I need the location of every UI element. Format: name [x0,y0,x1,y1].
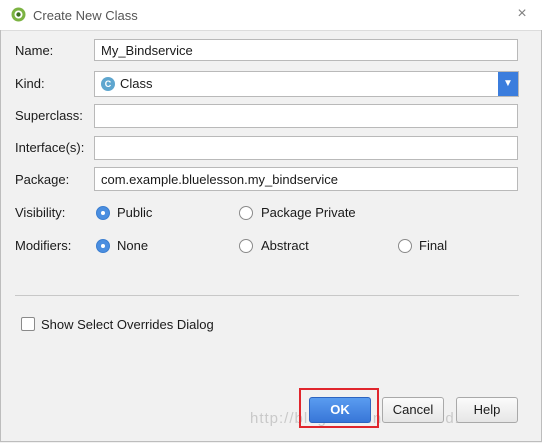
modifiers-label: Modifiers: [15,238,72,253]
android-studio-icon [11,7,26,22]
kind-selected-value: Class [120,76,153,91]
show-overrides-checkbox[interactable] [21,317,35,331]
close-icon[interactable]: × [514,6,530,22]
class-icon: C [101,77,115,91]
visibility-package-private-radio[interactable] [239,206,253,220]
visibility-public-label: Public [117,205,153,220]
help-button[interactable]: Help [456,397,518,423]
interfaces-field[interactable] [94,136,518,160]
modifier-final-label: Final [419,238,448,253]
modifier-abstract-radio[interactable] [239,239,253,253]
dialog-title: Create New Class [33,8,138,23]
superclass-label: Superclass: [15,108,83,123]
modifier-abstract-label: Abstract [261,238,309,253]
modifier-none-radio[interactable] [96,239,110,253]
cancel-button[interactable]: Cancel [382,397,444,423]
kind-label: Kind: [15,76,45,91]
show-overrides-label: Show Select Overrides Dialog [41,317,214,332]
modifier-none-label: None [117,238,149,253]
name-field[interactable] [94,39,518,61]
kind-select[interactable]: C Class ▼ [94,71,519,97]
visibility-public-radio[interactable] [96,206,110,220]
superclass-field[interactable] [94,104,518,128]
highlight-box [299,388,379,428]
chevron-down-icon[interactable]: ▼ [498,72,518,96]
package-field[interactable] [94,167,518,191]
visibility-package-private-label: Package Private [261,205,356,220]
package-label: Package: [15,172,70,187]
name-label: Name: [15,43,54,58]
separator [15,295,519,296]
visibility-label: Visibility: [15,205,66,220]
title-bar: Create New Class × [0,0,542,31]
interfaces-label: Interface(s): [15,140,85,155]
modifier-final-radio[interactable] [398,239,412,253]
